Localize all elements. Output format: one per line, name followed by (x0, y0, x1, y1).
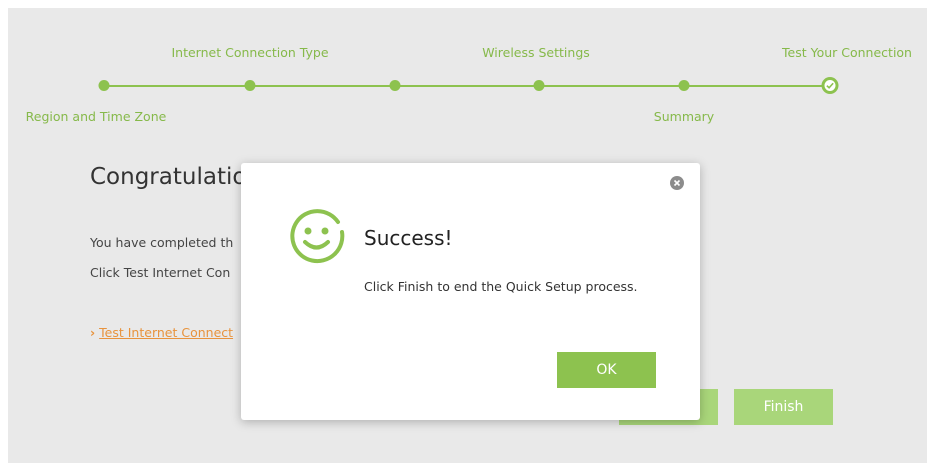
dialog-title: Success! (364, 226, 453, 250)
completion-text: You have completed th (90, 235, 234, 250)
step-dot-internet-connection-type (244, 80, 256, 91)
step-label-internet-connection-type: Internet Connection Type (171, 45, 329, 60)
progress-track (104, 85, 830, 87)
ok-button[interactable]: OK (557, 352, 656, 388)
step-label-test-your-connection: Test Your Connection (782, 45, 912, 60)
page-title: Congratulatio (90, 164, 247, 190)
step-label-region-time-zone: Region and Time Zone (25, 109, 167, 124)
check-icon (826, 82, 834, 89)
step-dot-test-your-connection (821, 77, 839, 94)
step-label-summary: Summary (653, 109, 715, 124)
step-dot-intermediate (389, 80, 401, 91)
step-dot-wireless-settings (533, 80, 545, 91)
success-dialog: Success! Click Finish to end the Quick S… (241, 163, 700, 420)
chevron-right-icon: › (90, 325, 96, 340)
test-internet-link-row: › Test Internet Connect (90, 325, 233, 340)
test-internet-connection-link[interactable]: Test Internet Connect (99, 325, 233, 340)
step-dot-summary (678, 80, 690, 91)
close-icon (673, 179, 681, 187)
step-label-wireless-settings: Wireless Settings (482, 45, 590, 60)
dialog-message: Click Finish to end the Quick Setup proc… (364, 279, 638, 294)
instruction-text: Click Test Internet Con (90, 265, 231, 280)
finish-button[interactable]: Finish (734, 389, 833, 425)
close-button[interactable] (670, 176, 684, 190)
smiley-icon (290, 209, 345, 264)
step-dot-region-time-zone (98, 80, 110, 91)
